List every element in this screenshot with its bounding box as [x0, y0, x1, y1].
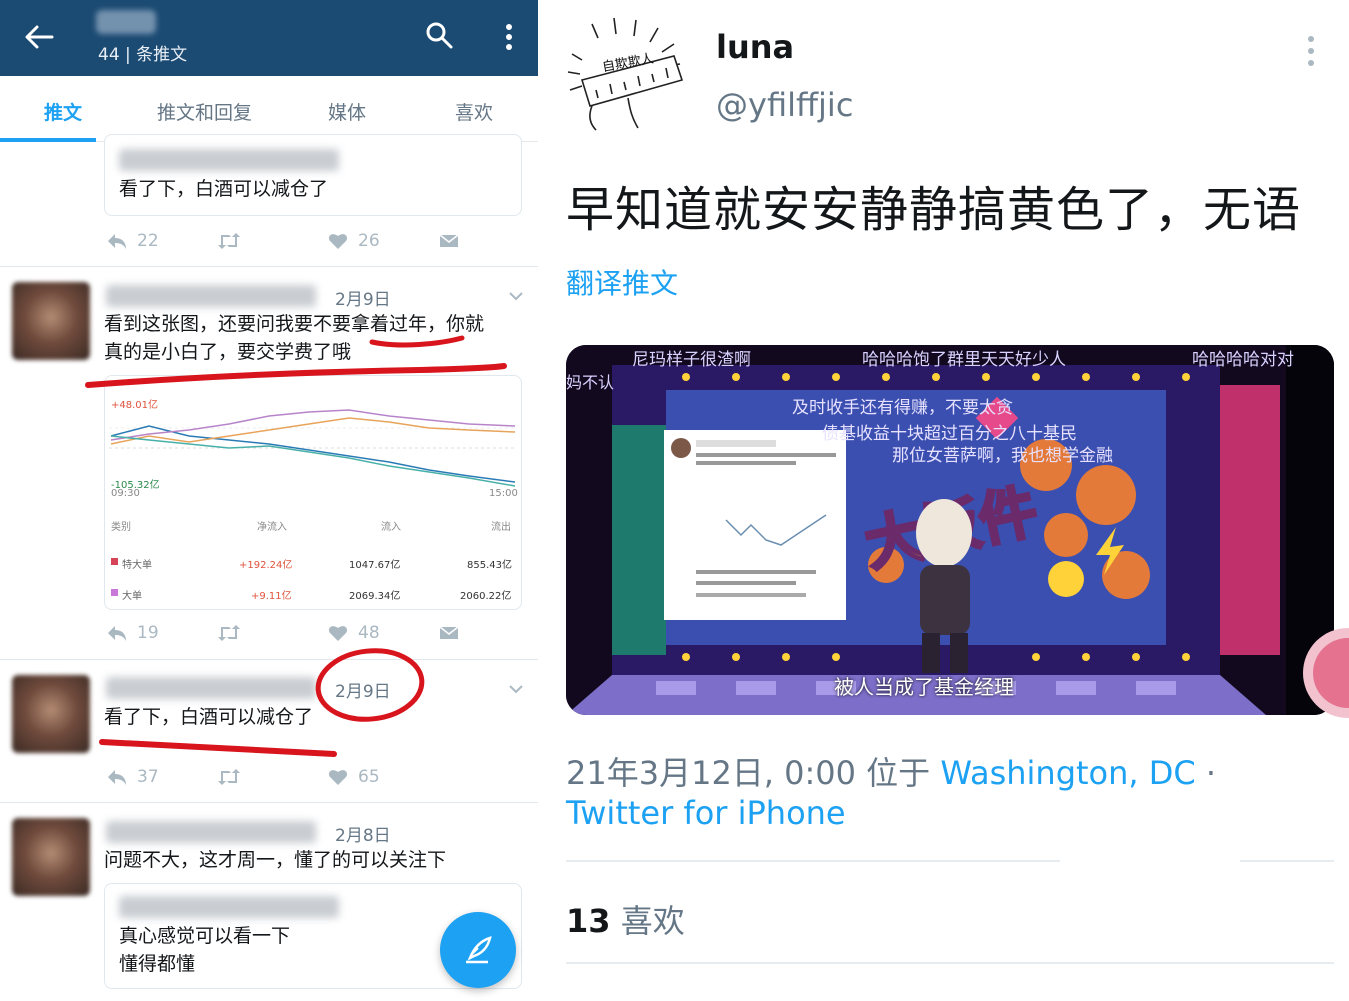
profile-header: 44 | 条推文 — [0, 0, 538, 76]
chart-time-end: 15:00 — [489, 488, 518, 499]
likes-label: 喜欢 — [620, 902, 685, 940]
tab-likes[interactable]: 喜欢 — [455, 98, 493, 125]
tweet-video-thumbnail[interactable]: 大饭件 尼玛样子很渣啊 哈哈哈饱了群里天天好少人 哈哈哈哈对对 妈不认 及时收手… — [566, 345, 1334, 715]
direct-message-icon[interactable] — [439, 232, 459, 250]
profile-name-blurred — [96, 10, 156, 34]
video-caption: 那位女菩萨啊，我也想学金融 — [892, 446, 1113, 466]
retweet-icon[interactable] — [216, 624, 242, 642]
quoted-tweet-text: 看了下，白酒可以减仓了 — [119, 178, 329, 200]
table-header-inflow: 流入 — [381, 522, 401, 533]
table-cell: +9.11亿 — [251, 591, 292, 602]
tweet-time: 21年3月12日, 0:00 位于 — [566, 754, 941, 792]
author-name-blurred — [106, 285, 316, 307]
table-cell: 2069.34亿 — [349, 591, 401, 602]
active-tab-indicator — [0, 138, 96, 142]
chevron-down-icon[interactable] — [508, 291, 524, 301]
author-name-blurred — [106, 677, 316, 699]
tweet-text: 问题不大，这才周一，懂了的可以关注下 — [104, 849, 447, 871]
table-cell: 855.43亿 — [467, 560, 512, 571]
tab-tweets[interactable]: 推文 — [44, 98, 82, 125]
reply-count: 19 — [137, 623, 159, 643]
table-header-category: 类别 — [111, 522, 131, 533]
user-handle[interactable]: @yfilffjic — [716, 86, 853, 124]
tab-tweets-replies[interactable]: 推文和回复 — [157, 98, 252, 125]
meta-separator: · — [1195, 754, 1217, 792]
reply-icon[interactable] — [106, 768, 128, 786]
search-icon[interactable] — [424, 20, 454, 50]
chevron-down-icon[interactable] — [508, 684, 524, 694]
video-caption: 及时收手还有得赚，不要太贪 — [792, 398, 1013, 418]
tab-media[interactable]: 媒体 — [328, 98, 366, 125]
like-icon[interactable] — [328, 768, 348, 786]
left-screenshot: 44 | 条推文 推文 推文和回复 媒体 喜欢 看了下，白酒可以减仓了 22 2… — [0, 0, 538, 1001]
tweet-text: 早知道就安安静静搞黄色了，无语 — [566, 182, 1302, 238]
divider — [0, 659, 538, 660]
legend-swatch — [111, 589, 118, 596]
author-name-blurred — [106, 821, 316, 843]
reply-count: 37 — [137, 767, 159, 787]
more-options-icon[interactable] — [1304, 34, 1318, 68]
like-icon[interactable] — [328, 624, 348, 642]
compose-feather-icon — [466, 936, 492, 964]
chart-time-start: 09:30 — [111, 488, 140, 499]
profile-logo-ruler-image[interactable]: 自欺欺人 — [562, 14, 688, 136]
like-icon[interactable] — [328, 232, 348, 250]
tweet-timestamp-line: 21年3月12日, 0:00 位于 Washington, DC · — [566, 748, 1216, 794]
retweet-icon[interactable] — [216, 232, 242, 250]
tweet-date: 2月9日 — [335, 290, 391, 310]
table-cell: +192.24亿 — [239, 560, 293, 571]
like-count: 26 — [358, 231, 380, 251]
compose-tweet-button[interactable] — [440, 912, 516, 988]
tweet-count: 44 | 条推文 — [98, 45, 188, 65]
tweet-date: 2月8日 — [335, 826, 391, 846]
like-count: 48 — [358, 623, 380, 643]
reply-count: 22 — [137, 231, 159, 251]
avatar — [12, 282, 90, 360]
table-header-net-inflow: 净流入 — [257, 522, 287, 533]
retweet-icon[interactable] — [216, 768, 242, 786]
video-subtitle: 被人当成了基金经理 — [834, 675, 1014, 699]
tweet-text: 看了下，白酒可以减仓了 — [104, 706, 314, 728]
legend-swatch — [111, 558, 118, 565]
like-count: 65 — [358, 767, 380, 787]
stock-flow-chart-image[interactable]: +48.01亿 -105.32亿 09:30 15:00 类别 净流入 流入 流… — [104, 375, 522, 610]
quoted-tweet-card[interactable]: 看了下，白酒可以减仓了 — [104, 134, 522, 216]
table-cell: 1047.67亿 — [349, 560, 401, 571]
divider — [0, 802, 538, 803]
translate-tweet-link[interactable]: 翻译推文 — [566, 262, 678, 302]
reply-icon[interactable] — [106, 232, 128, 250]
quoted-tweet-line2: 懂得都懂 — [119, 953, 196, 975]
back-arrow-icon[interactable] — [22, 20, 56, 54]
video-caption: 尼玛样子很渣啊 — [632, 350, 751, 370]
tweet-location-link[interactable]: Washington, DC — [940, 754, 1195, 792]
direct-message-icon[interactable] — [439, 624, 459, 642]
display-name[interactable]: luna — [716, 28, 794, 66]
video-caption: 哈哈哈饱了群里天天好少人 — [862, 350, 1066, 370]
video-caption: 哈哈哈哈对对 — [1192, 350, 1294, 370]
divider — [566, 962, 1334, 964]
table-header-outflow: 流出 — [491, 522, 511, 533]
avatar — [12, 675, 90, 753]
likes-count: 13 — [566, 902, 611, 940]
tweet-source-link[interactable]: Twitter for iPhone — [566, 794, 846, 832]
right-screenshot: 自欺欺人 luna @yfilffjic 早知道就安安静静搞黄色了，无语 翻译推… — [538, 0, 1349, 1001]
avatar — [12, 818, 90, 896]
tweet-text-line2: 真的是小白了，要交学费了哦 — [104, 341, 352, 363]
video-caption: 妈不认 — [566, 373, 615, 392]
table-cell: 特大单 — [122, 560, 152, 571]
quoted-author-blurred — [119, 896, 339, 918]
reply-icon[interactable] — [106, 624, 128, 642]
tweet-date: 2月9日 — [335, 682, 391, 702]
quoted-author-blurred — [119, 149, 339, 171]
table-cell: 2060.22亿 — [460, 591, 512, 602]
profile-tabs: 推文 推文和回复 媒体 喜欢 — [0, 76, 538, 142]
divider — [1240, 860, 1334, 862]
table-cell: 大单 — [122, 591, 142, 602]
more-options-icon[interactable] — [498, 20, 520, 54]
likes-summary[interactable]: 13 喜欢 — [566, 896, 685, 942]
divider — [0, 266, 538, 267]
divider — [566, 860, 1060, 862]
flow-lines-chart — [109, 409, 517, 487]
